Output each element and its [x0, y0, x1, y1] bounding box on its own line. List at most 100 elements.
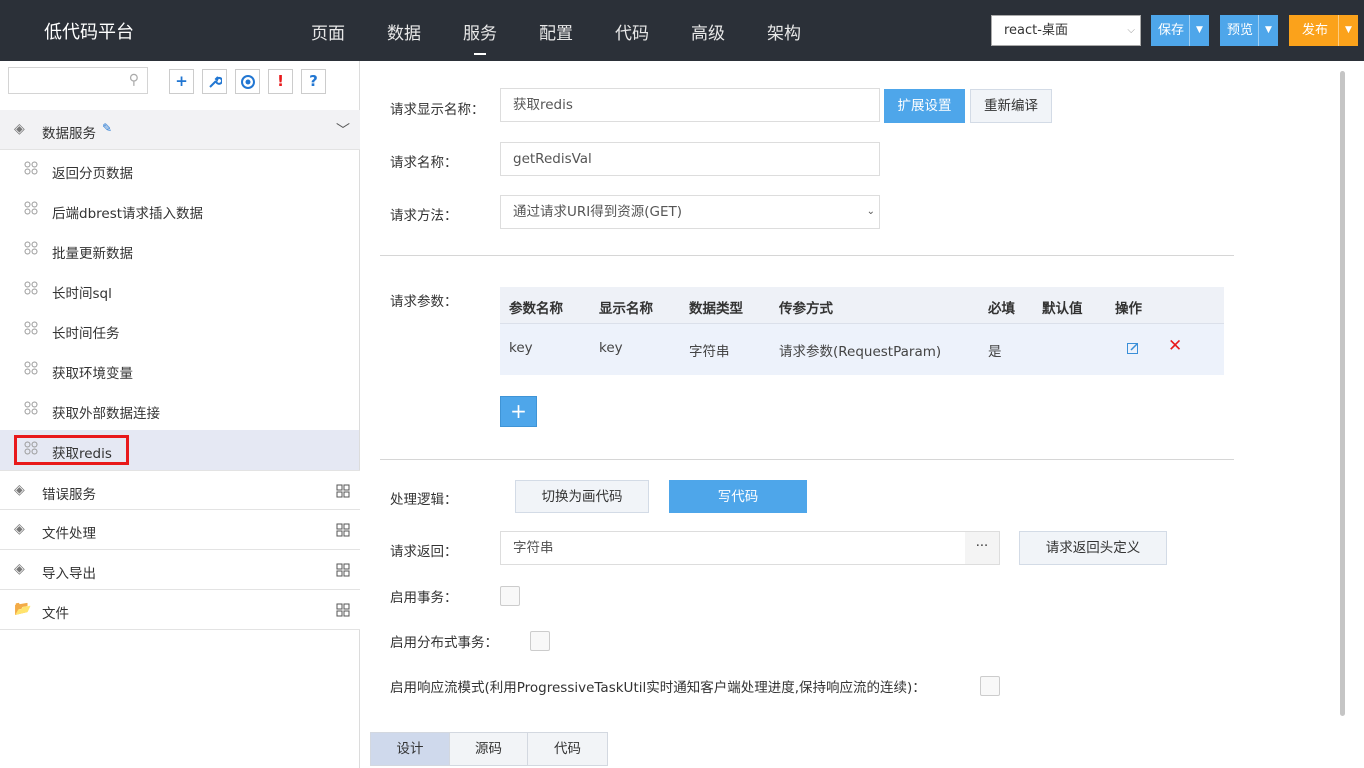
table-row: key key 字符串 请求参数(RequestParam) 是 ✕ [500, 324, 1224, 375]
param-required: 是 [988, 344, 1002, 360]
layers-icon: ◈ [14, 482, 25, 498]
node-icon [24, 321, 38, 335]
switch-visual-code-button[interactable]: 切换为画代码 [515, 480, 649, 513]
search-icon: ⚲ [128, 72, 139, 88]
return-type-input[interactable]: 字符串 [500, 531, 966, 565]
stream-mode-checkbox[interactable] [980, 676, 1000, 696]
display-name-label: 请求显示名称： [390, 102, 485, 118]
group-error-service[interactable]: ◈ 错误服务 [0, 470, 360, 510]
alert-icon[interactable]: ! [268, 69, 293, 94]
col-actions: 操作 [1115, 301, 1142, 317]
grid-icon[interactable] [336, 484, 350, 498]
target-icon[interactable] [235, 69, 260, 94]
wrench-icon[interactable] [202, 69, 227, 94]
distributed-transaction-label: 启用分布式事务： [390, 635, 498, 651]
return-more-button[interactable]: ··· [965, 531, 1000, 565]
request-method-value: 通过请求URI得到资源(GET) [513, 204, 683, 220]
project-select[interactable]: react-桌面 ⌵ [991, 15, 1141, 46]
publish-dropdown-icon[interactable]: ▼ [1338, 15, 1358, 46]
node-icon [24, 241, 38, 255]
add-tool-button[interactable]: + [169, 69, 194, 94]
param-name: key [509, 340, 533, 356]
sidebar-item[interactable]: 后端dbrest请求插入数据 [0, 190, 359, 230]
sidebar-item[interactable]: 获取外部数据连接 [0, 390, 359, 430]
save-button[interactable]: 保存 ▼ [1151, 15, 1209, 46]
tab-design[interactable]: 设计 [370, 732, 450, 766]
param-mode: 请求参数(RequestParam) [779, 344, 942, 360]
group-file-processing[interactable]: ◈ 文件处理 [0, 510, 360, 550]
chevron-down-icon[interactable]: ﹀ [336, 120, 350, 140]
distributed-transaction-checkbox[interactable] [530, 631, 550, 651]
preview-dropdown-icon[interactable]: ▼ [1258, 15, 1278, 46]
request-name-input[interactable]: getRedisVal [500, 142, 880, 176]
sidebar-item-label: 长时间任务 [52, 326, 120, 342]
col-data-type: 数据类型 [689, 301, 743, 317]
col-pass-mode: 传参方式 [779, 301, 833, 317]
sidebar-item[interactable]: 获取环境变量 [0, 350, 359, 390]
tab-code[interactable]: 代码 [527, 732, 608, 766]
group-label: 文件 [42, 606, 69, 622]
nav-item-config[interactable]: 配置 [539, 19, 573, 44]
edit-icon[interactable] [1127, 342, 1139, 354]
extended-settings-button[interactable]: 扩展设置 [884, 89, 965, 123]
nav-item-advanced[interactable]: 高级 [691, 19, 725, 44]
group-label: 错误服务 [42, 487, 96, 503]
sidebar-item-label: 返回分页数据 [52, 166, 133, 182]
folder-open-icon: 📂 [14, 601, 32, 617]
sidebar-item[interactable]: 长时间sql [0, 270, 359, 310]
sidebar-item[interactable]: 批量更新数据 [0, 230, 359, 270]
divider [380, 255, 1234, 256]
display-name-input[interactable]: 获取redis [500, 88, 880, 122]
col-default: 默认值 [1042, 301, 1083, 317]
grid-icon[interactable] [336, 563, 350, 577]
transaction-checkbox[interactable] [500, 586, 520, 606]
chevron-down-icon: ⌵ [1127, 25, 1135, 36]
col-required: 必填 [988, 301, 1015, 317]
group-data-service[interactable]: ◈ 数据服务 ✎ ﹀ [0, 110, 360, 150]
sidebar: ⚲ + ! ? ◈ 数据服务 ✎ ﹀ 返回分页数据 后端dbrest请求插入数据… [0, 61, 360, 768]
nav-item-page[interactable]: 页面 [311, 19, 345, 44]
preview-button-label: 预览 [1227, 23, 1254, 38]
grid-icon[interactable] [336, 523, 350, 537]
param-display: key [599, 340, 623, 356]
divider [380, 459, 1234, 460]
scrollbar[interactable] [1340, 71, 1345, 716]
sidebar-item-label: 获取外部数据连接 [52, 406, 160, 422]
node-icon [24, 401, 38, 415]
sidebar-item-selected[interactable]: 获取redis [0, 430, 359, 470]
nav-item-service[interactable]: 服务 [463, 19, 497, 55]
write-code-button[interactable]: 写代码 [669, 480, 807, 513]
node-icon [24, 161, 38, 175]
nav-item-data[interactable]: 数据 [387, 19, 421, 44]
help-icon[interactable]: ? [301, 69, 326, 94]
recompile-button[interactable]: 重新编译 [970, 89, 1052, 123]
sidebar-item-label: 获取redis [52, 446, 112, 462]
transaction-label: 启用事务： [390, 590, 458, 606]
sidebar-search-input[interactable]: ⚲ [8, 67, 148, 94]
tab-source[interactable]: 源码 [449, 732, 528, 766]
grid-icon[interactable] [336, 603, 350, 617]
layers-icon: ◈ [14, 521, 25, 537]
delete-icon[interactable]: ✕ [1168, 336, 1182, 356]
request-method-label: 请求方法： [390, 208, 458, 224]
preview-button[interactable]: 预览 ▼ [1220, 15, 1278, 46]
return-label: 请求返回： [390, 544, 458, 560]
project-select-value: react-桌面 [1004, 23, 1068, 38]
group-label: 文件处理 [42, 526, 96, 542]
nav-item-architecture[interactable]: 架构 [767, 19, 801, 44]
request-name-label: 请求名称： [390, 155, 458, 171]
nav-item-code[interactable]: 代码 [615, 19, 649, 44]
publish-button[interactable]: 发布 ▼ [1289, 15, 1358, 46]
main-form: 请求显示名称： 获取redis 扩展设置 重新编译 请求名称： getRedis… [361, 61, 1364, 768]
return-header-button[interactable]: 请求返回头定义 [1019, 531, 1167, 565]
node-icon [24, 441, 38, 455]
node-icon [24, 201, 38, 215]
request-method-select[interactable]: 通过请求URI得到资源(GET) ⌄ [500, 195, 880, 229]
group-files[interactable]: 📂 文件 [0, 590, 360, 630]
sidebar-item[interactable]: 长时间任务 [0, 310, 359, 350]
group-import-export[interactable]: ◈ 导入导出 [0, 550, 360, 590]
sidebar-item[interactable]: 返回分页数据 [0, 150, 359, 190]
add-param-button[interactable]: + [500, 396, 537, 427]
pencil-icon[interactable]: ✎ [102, 121, 112, 135]
save-dropdown-icon[interactable]: ▼ [1189, 15, 1209, 46]
